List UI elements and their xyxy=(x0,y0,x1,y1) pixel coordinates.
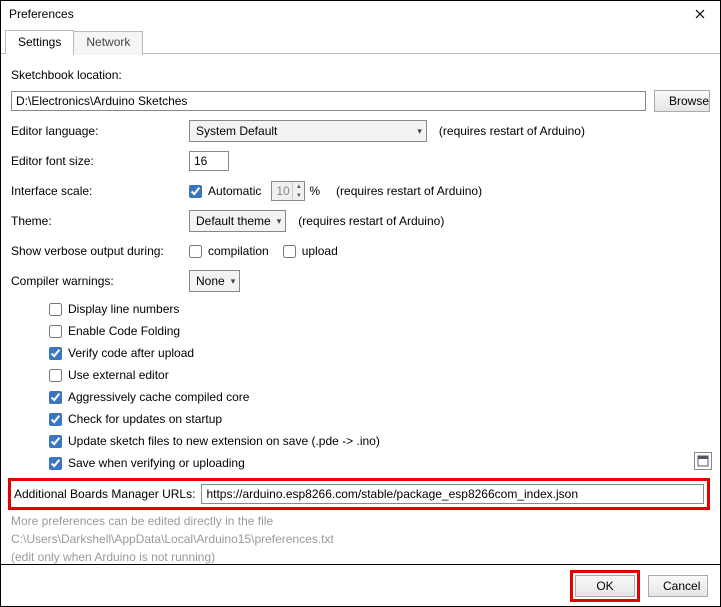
dialog-footer: OK Cancel xyxy=(1,564,720,606)
display-line-numbers-label: Display line numbers xyxy=(68,302,179,316)
check-updates-label: Check for updates on startup xyxy=(68,412,222,426)
compiler-warnings-label: Compiler warnings: xyxy=(11,274,189,288)
editor-font-label: Editor font size: xyxy=(11,154,189,168)
boards-urls-label: Additional Boards Manager URLs: xyxy=(14,487,201,501)
automatic-checkbox[interactable] xyxy=(189,185,202,198)
expand-urls-button[interactable] xyxy=(694,452,712,470)
close-icon xyxy=(695,9,705,19)
prefs-note-3: (edit only when Arduino is not running) xyxy=(11,550,710,564)
aggr-cache-checkbox[interactable] xyxy=(49,391,62,404)
theme-label: Theme: xyxy=(11,214,189,228)
editor-language-select[interactable]: System Default▾ xyxy=(189,120,427,142)
boards-urls-input[interactable] xyxy=(201,484,704,504)
ok-highlight: OK xyxy=(570,570,640,602)
automatic-label: Automatic xyxy=(208,184,261,198)
save-verify-label: Save when verifying or uploading xyxy=(68,456,245,470)
chevron-down-icon: ▾ xyxy=(417,126,422,137)
external-editor-checkbox[interactable] xyxy=(49,369,62,382)
aggr-cache-label: Aggressively cache compiled core xyxy=(68,390,249,404)
theme-select[interactable]: Default theme▾ xyxy=(189,210,286,232)
update-ext-checkbox[interactable] xyxy=(49,435,62,448)
cancel-button[interactable]: Cancel xyxy=(648,575,708,597)
display-line-numbers-checkbox[interactable] xyxy=(49,303,62,316)
tabs: Settings Network xyxy=(1,29,720,54)
verbose-upload-checkbox[interactable] xyxy=(283,245,296,258)
update-ext-label: Update sketch files to new extension on … xyxy=(68,434,380,448)
spinner-down[interactable]: ▼ xyxy=(292,191,304,200)
enable-folding-label: Enable Code Folding xyxy=(68,324,180,338)
sketchbook-label: Sketchbook location: xyxy=(11,68,189,82)
spinner-up[interactable]: ▲ xyxy=(292,182,304,191)
sketchbook-input[interactable] xyxy=(11,91,646,111)
tab-settings[interactable]: Settings xyxy=(5,30,74,54)
prefs-note-1: More preferences can be edited directly … xyxy=(11,514,710,528)
ok-button[interactable]: OK xyxy=(575,575,635,597)
chevron-down-icon: ▾ xyxy=(277,216,282,227)
editor-font-input[interactable] xyxy=(189,151,229,171)
verbose-compilation-label: compilation xyxy=(208,244,269,258)
titlebar: Preferences xyxy=(1,1,720,27)
interface-scale-label: Interface scale: xyxy=(11,184,189,198)
compiler-warnings-select[interactable]: None▾ xyxy=(189,270,240,292)
save-verify-checkbox[interactable] xyxy=(49,457,62,470)
verify-after-upload-checkbox[interactable] xyxy=(49,347,62,360)
close-button[interactable] xyxy=(680,1,720,27)
editor-language-label: Editor language: xyxy=(11,124,189,138)
prefs-file-path: C:\Users\Darkshell\AppData\Local\Arduino… xyxy=(11,532,710,546)
restart-hint: (requires restart of Arduino) xyxy=(439,124,585,138)
verbose-label: Show verbose output during: xyxy=(11,244,189,258)
verbose-upload-label: upload xyxy=(302,244,338,258)
window-icon xyxy=(697,455,709,467)
restart-hint-2: (requires restart of Arduino) xyxy=(336,184,482,198)
settings-panel: Sketchbook location: Browse Editor langu… xyxy=(1,54,720,564)
chevron-down-icon: ▾ xyxy=(231,276,236,287)
enable-folding-checkbox[interactable] xyxy=(49,325,62,338)
scale-spinner[interactable]: ▲▼ xyxy=(271,181,305,201)
window-title: Preferences xyxy=(9,7,74,21)
tab-network[interactable]: Network xyxy=(73,31,143,55)
browse-button[interactable]: Browse xyxy=(654,90,710,112)
check-updates-checkbox[interactable] xyxy=(49,413,62,426)
restart-hint-3: (requires restart of Arduino) xyxy=(298,214,444,228)
external-editor-label: Use external editor xyxy=(68,368,169,382)
verify-after-upload-label: Verify code after upload xyxy=(68,346,194,360)
verbose-compilation-checkbox[interactable] xyxy=(189,245,202,258)
percent-label: % xyxy=(309,184,320,198)
